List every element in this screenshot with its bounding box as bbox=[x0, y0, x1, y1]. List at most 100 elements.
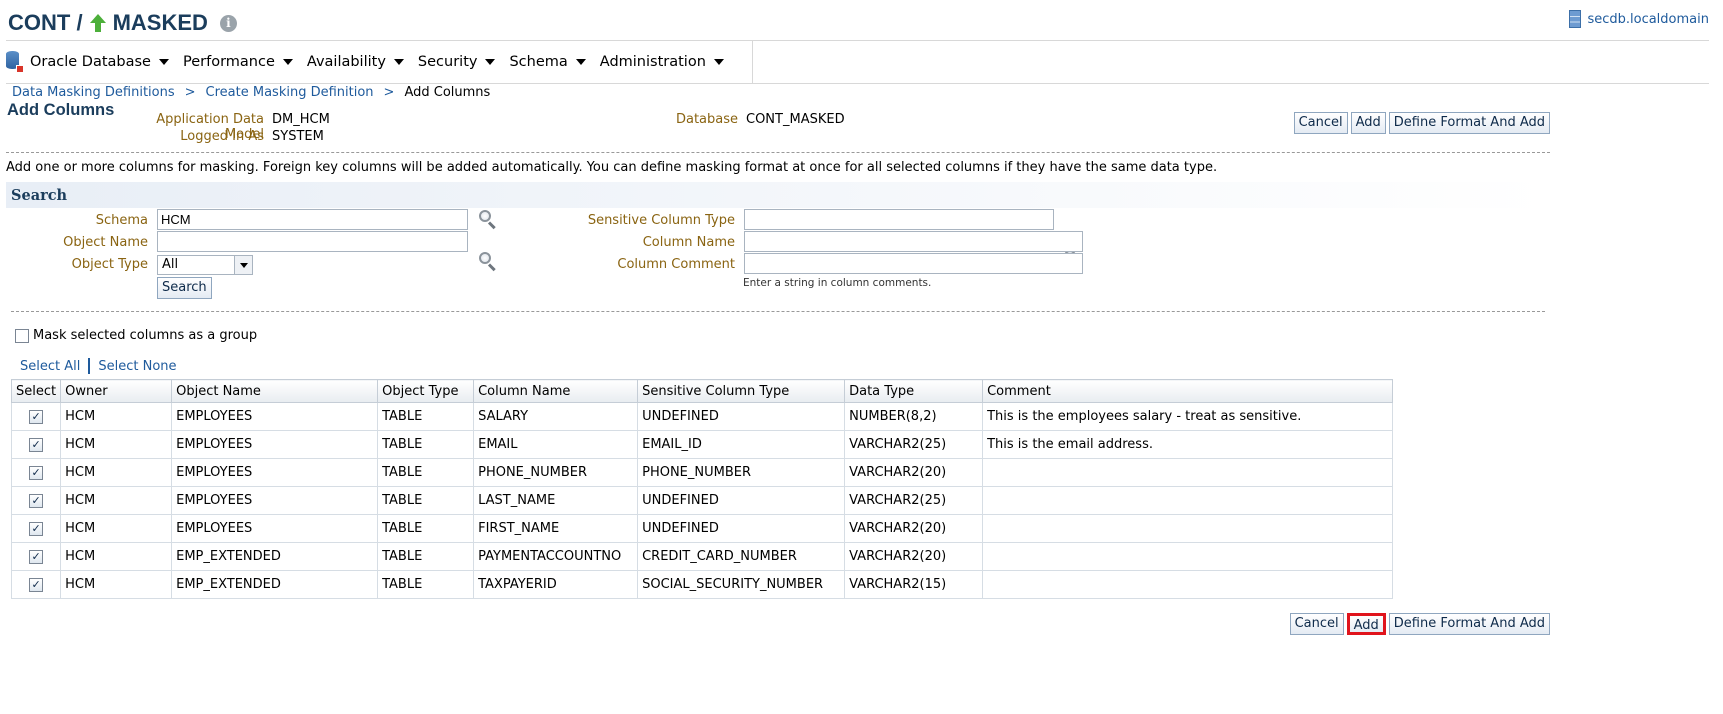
chevron-down-icon bbox=[158, 59, 169, 65]
object-name-cell: EMPLOYEES bbox=[171, 430, 379, 459]
mask-as-group-label: Mask selected columns as a group bbox=[33, 328, 258, 343]
row-select-checkbox[interactable] bbox=[29, 521, 44, 536]
column-header-comment[interactable]: Comment bbox=[982, 379, 1394, 403]
search-icon[interactable] bbox=[477, 209, 497, 230]
select-cell bbox=[10, 514, 62, 543]
comment-cell: This is the email address. bbox=[982, 430, 1394, 459]
data-type-cell: NUMBER(8,2) bbox=[844, 402, 984, 431]
owner-cell: HCM bbox=[60, 458, 173, 487]
column-name-cell: PAYMENTACCOUNTNO bbox=[473, 542, 639, 571]
sensitive-column-type-input[interactable] bbox=[744, 209, 1054, 230]
sensitive-type-cell: SOCIAL_SECURITY_NUMBER bbox=[637, 570, 846, 599]
column-name-cell: EMAIL bbox=[473, 430, 639, 459]
object-name-cell: EMP_EXTENDED bbox=[171, 570, 379, 599]
bottom-action-buttons: Cancel Add Define Format And Add bbox=[1289, 613, 1550, 635]
instructions-text: Add one or more columns for masking. For… bbox=[6, 160, 1218, 175]
column-name-cell: TAXPAYERID bbox=[473, 570, 639, 599]
column-comment-input[interactable] bbox=[744, 253, 1083, 274]
menu-administration[interactable]: Administration bbox=[600, 54, 724, 70]
row-select-checkbox[interactable] bbox=[29, 465, 44, 480]
host-link[interactable]: secdb.localdomain bbox=[1569, 10, 1709, 28]
column-header-sensitive-column-type[interactable]: Sensitive Column Type bbox=[637, 379, 846, 403]
cancel-button[interactable]: Cancel bbox=[1289, 613, 1344, 635]
column-name-input[interactable] bbox=[744, 231, 1083, 252]
selection-links-divider bbox=[88, 358, 91, 374]
object-name-cell: EMPLOYEES bbox=[171, 514, 379, 543]
sensitive-type-cell: UNDEFINED bbox=[637, 402, 846, 431]
data-type-cell: VARCHAR2(20) bbox=[844, 542, 984, 571]
database-label: Database bbox=[675, 112, 738, 127]
data-type-cell: VARCHAR2(25) bbox=[844, 486, 984, 515]
column-name-cell: SALARY bbox=[473, 402, 639, 431]
define-format-and-add-button[interactable]: Define Format And Add bbox=[1388, 112, 1550, 134]
server-icon bbox=[1569, 10, 1582, 28]
info-icon[interactable]: i bbox=[219, 14, 237, 32]
adm-value: DM_HCM bbox=[272, 112, 330, 127]
cancel-button[interactable]: Cancel bbox=[1293, 112, 1348, 134]
sensitive-type-cell: PHONE_NUMBER bbox=[637, 458, 846, 487]
host-label[interactable]: secdb.localdomain bbox=[1587, 12, 1709, 27]
row-select-checkbox[interactable] bbox=[29, 437, 44, 452]
column-header-column-name[interactable]: Column Name bbox=[473, 379, 639, 403]
breadcrumb-create-masking-definition[interactable]: Create Masking Definition bbox=[206, 85, 374, 100]
table-row: HCMEMPLOYEESTABLEEMAILEMAIL_IDVARCHAR2(2… bbox=[10, 430, 1394, 459]
row-select-checkbox[interactable] bbox=[29, 409, 44, 424]
column-name-label: Column Name bbox=[642, 235, 735, 250]
table-row: HCMEMPLOYEESTABLESALARYUNDEFINEDNUMBER(8… bbox=[10, 402, 1394, 431]
column-header-select[interactable]: Select bbox=[10, 379, 62, 403]
menu-availability[interactable]: Availability bbox=[307, 54, 404, 70]
comment-cell: This is the employees salary - treat as … bbox=[982, 402, 1394, 431]
page-title: Add Columns bbox=[7, 101, 115, 119]
column-comment-label: Column Comment bbox=[617, 257, 735, 272]
row-select-checkbox[interactable] bbox=[29, 549, 44, 564]
object-type-cell: TABLE bbox=[377, 514, 475, 543]
selection-links: Select All Select None bbox=[20, 358, 177, 374]
column-header-object-type[interactable]: Object Type bbox=[377, 379, 475, 403]
object-name-label: Object Name bbox=[63, 235, 148, 250]
column-name-cell: LAST_NAME bbox=[473, 486, 639, 515]
menu-oracle-database[interactable]: Oracle Database bbox=[30, 54, 169, 70]
object-type-cell: TABLE bbox=[377, 402, 475, 431]
data-type-cell: VARCHAR2(15) bbox=[844, 570, 984, 599]
menu-security[interactable]: Security bbox=[418, 54, 496, 70]
search-divider bbox=[11, 311, 1545, 312]
object-name-input[interactable] bbox=[157, 231, 468, 252]
row-select-checkbox[interactable] bbox=[29, 577, 44, 592]
mask-as-group-option: Mask selected columns as a group bbox=[15, 328, 257, 343]
breadcrumb-separator: > bbox=[184, 85, 196, 100]
menu-schema[interactable]: Schema bbox=[509, 54, 586, 70]
search-button[interactable]: Search bbox=[157, 277, 212, 299]
select-cell bbox=[10, 542, 62, 571]
sensitive-type-cell: EMAIL_ID bbox=[637, 430, 846, 459]
columns-table: Select Owner Object Name Object Type Col… bbox=[10, 379, 1394, 599]
top-action-buttons: Cancel Add Define Format And Add bbox=[1293, 112, 1550, 134]
object-type-select[interactable]: All bbox=[157, 255, 253, 275]
chevron-down-icon bbox=[575, 59, 586, 65]
add-button[interactable]: Add bbox=[1350, 112, 1386, 134]
column-name-cell: FIRST_NAME bbox=[473, 514, 639, 543]
select-all-link[interactable]: Select All bbox=[20, 359, 80, 374]
schema-label: Schema bbox=[95, 213, 148, 228]
row-select-checkbox[interactable] bbox=[29, 493, 44, 508]
schema-input[interactable] bbox=[157, 209, 468, 230]
column-header-object-name[interactable]: Object Name bbox=[171, 379, 379, 403]
breadcrumb-data-masking-definitions[interactable]: Data Masking Definitions bbox=[12, 85, 175, 100]
table-header-row: Select Owner Object Name Object Type Col… bbox=[10, 379, 1394, 403]
define-format-and-add-button[interactable]: Define Format And Add bbox=[1388, 613, 1550, 635]
column-header-owner[interactable]: Owner bbox=[60, 379, 173, 403]
mask-as-group-checkbox[interactable] bbox=[15, 328, 29, 343]
menu-performance[interactable]: Performance bbox=[183, 54, 293, 70]
search-icon[interactable] bbox=[477, 251, 497, 272]
add-button-highlighted[interactable]: Add bbox=[1346, 613, 1386, 635]
columns-table-body: HCMEMPLOYEESTABLESALARYUNDEFINEDNUMBER(8… bbox=[10, 402, 1394, 599]
object-type-cell: TABLE bbox=[377, 458, 475, 487]
select-cell bbox=[10, 486, 62, 515]
breadcrumb-separator: > bbox=[383, 85, 395, 100]
owner-cell: HCM bbox=[60, 542, 173, 571]
sensitive-column-type-label: Sensitive Column Type bbox=[587, 213, 735, 228]
select-none-link[interactable]: Select None bbox=[98, 359, 176, 374]
data-type-cell: VARCHAR2(20) bbox=[844, 458, 984, 487]
owner-cell: HCM bbox=[60, 402, 173, 431]
column-header-data-type[interactable]: Data Type bbox=[844, 379, 984, 403]
object-type-cell: TABLE bbox=[377, 542, 475, 571]
